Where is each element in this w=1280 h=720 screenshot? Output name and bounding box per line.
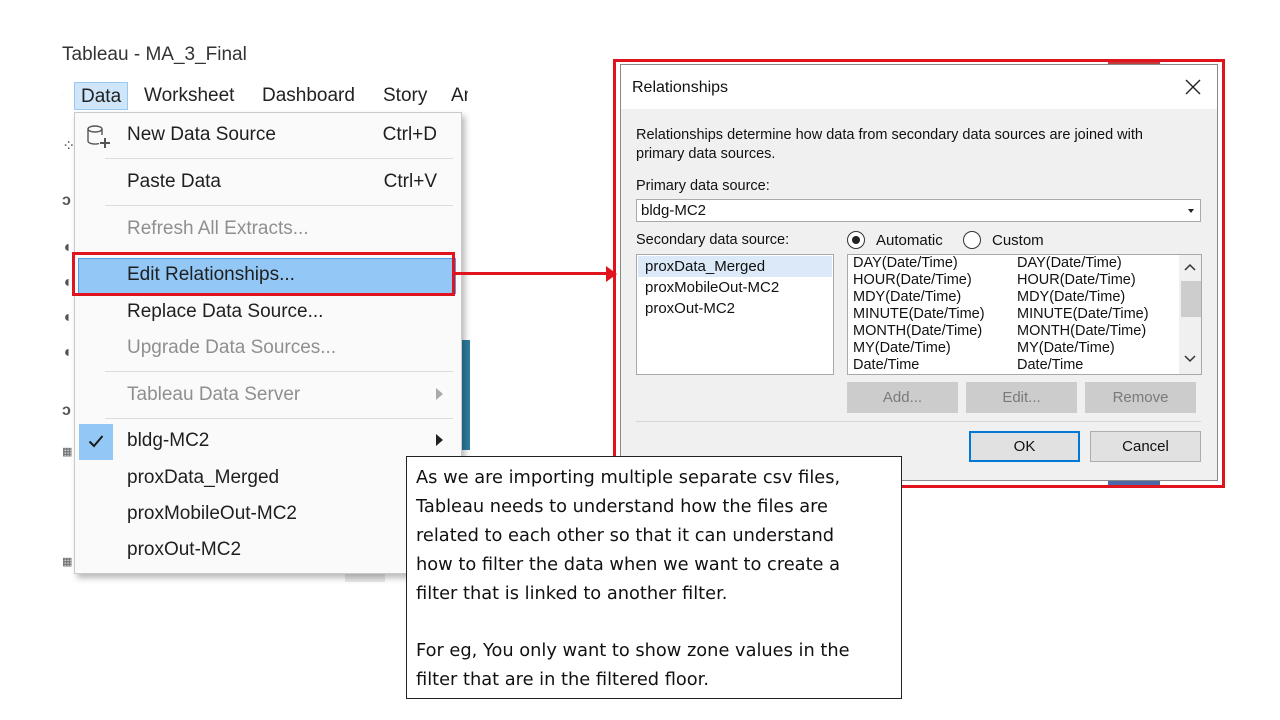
- grid-fragment-icon: ▦: [62, 556, 73, 568]
- tableau-menubar: · Data Worksheet Dashboard Story An: [62, 82, 468, 112]
- menu-item-label: Replace Data Source...: [127, 301, 324, 322]
- menu-item-tableau-data-server[interactable]: Tableau Data Server: [75, 378, 461, 414]
- annotation-textbox: As we are importing multiple separate cs…: [406, 456, 902, 699]
- annotation-line: filter that is linked to another filter.: [416, 583, 728, 604]
- grid-fragment-icon: ▦: [62, 446, 73, 458]
- menu-separator: [105, 158, 453, 159]
- menu-item-proxdata-merged[interactable]: proxData_Merged: [75, 461, 461, 497]
- menu-item-paste-data[interactable]: Paste Data Ctrl+V: [75, 165, 461, 201]
- menu-worksheet[interactable]: Worksheet: [144, 82, 234, 110]
- menu-analysis[interactable]: An: [451, 82, 468, 110]
- checked-indicator: [79, 424, 113, 460]
- menu-item-label: bldg-MC2: [127, 430, 210, 451]
- menu-item-label: Upgrade Data Sources...: [127, 337, 337, 358]
- menu-item-shortcut: Ctrl+V: [383, 171, 437, 192]
- menu-item-refresh-all-extracts[interactable]: Refresh All Extracts...: [75, 212, 461, 248]
- menu-separator: [105, 205, 453, 206]
- checkmark-icon: [88, 435, 104, 448]
- panel-fragment-icon: ɔ: [62, 402, 71, 419]
- data-menu-dropdown: New Data Source Ctrl+D Paste Data Ctrl+V…: [74, 112, 462, 574]
- menu-item-replace-data-source[interactable]: Replace Data Source...: [75, 295, 461, 331]
- submenu-arrow-icon: [436, 388, 443, 400]
- annotation-paragraph: For eg, You only want to show zone value…: [416, 636, 892, 694]
- annotation-line: how to filter the data when we want to c…: [416, 554, 841, 575]
- menu-item-new-data-source[interactable]: New Data Source Ctrl+D: [75, 118, 461, 154]
- menu-item-bldg-mc2[interactable]: bldg-MC2: [75, 424, 461, 460]
- menu-item-shortcut: Ctrl+D: [382, 124, 437, 145]
- annotation-line: Tableau needs to understand how the file…: [416, 496, 828, 517]
- menu-item-label: Paste Data: [127, 171, 221, 192]
- menu-item-label: Refresh All Extracts...: [127, 218, 309, 239]
- highlight-callout-dialog: [613, 59, 1225, 488]
- menu-separator: [105, 371, 453, 372]
- menu-item-label: proxOut-MC2: [127, 539, 242, 560]
- menu-item-label: proxData_Merged: [127, 467, 280, 488]
- menubar-edge: ·: [62, 82, 64, 110]
- db-fragment-icon: ◖: [62, 239, 72, 256]
- data-source-icon: [87, 125, 110, 148]
- db-fragment-icon: ◖: [62, 344, 72, 361]
- menu-item-label: New Data Source: [127, 124, 276, 145]
- db-fragment-icon: ◖: [62, 274, 72, 291]
- menu-story[interactable]: Story: [383, 82, 427, 110]
- menu-dashboard[interactable]: Dashboard: [262, 82, 355, 110]
- annotation-paragraph: As we are importing multiple separate cs…: [416, 463, 892, 608]
- annotation-line: For eg, You only want to show zone value…: [416, 640, 850, 661]
- menu-item-upgrade-data-sources[interactable]: Upgrade Data Sources...: [75, 331, 461, 367]
- submenu-arrow-icon: [436, 434, 443, 446]
- panel-fragment-icon: ɔ: [62, 192, 71, 209]
- annotation-line: related to each other so that it can und…: [416, 525, 835, 546]
- highlight-callout-menu: [72, 252, 455, 296]
- callout-arrow-line: [455, 272, 611, 275]
- menu-data[interactable]: Data: [74, 82, 129, 110]
- db-fragment-icon: ◖: [62, 309, 72, 326]
- tableau-window-title: Tableau - MA_3_Final: [62, 44, 247, 65]
- menu-separator: [105, 418, 453, 419]
- annotation-line: As we are importing multiple separate cs…: [416, 467, 841, 488]
- annotation-line: filter that are in the filtered floor.: [416, 669, 710, 690]
- menu-item-label: Tableau Data Server: [127, 384, 301, 405]
- menu-item-label: proxMobileOut-MC2: [127, 503, 297, 524]
- menu-item-proxmobileout-mc2[interactable]: proxMobileOut-MC2: [75, 497, 461, 533]
- menu-item-proxout-mc2[interactable]: proxOut-MC2: [75, 533, 461, 569]
